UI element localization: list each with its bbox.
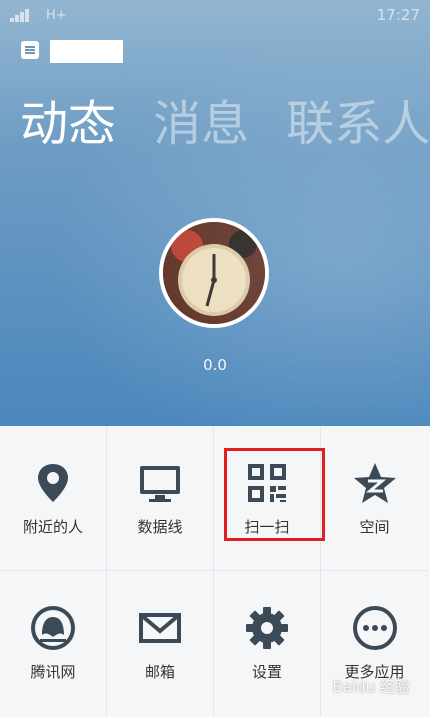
mail-label: 邮箱 <box>144 663 175 681</box>
tencent-news-button[interactable]: 腾讯网 <box>0 571 107 716</box>
scan-highlight-box <box>224 448 325 541</box>
mail-icon <box>139 613 181 643</box>
qzone-button[interactable]: 空间 <box>321 426 428 571</box>
account-name[interactable] <box>50 40 123 63</box>
menu-icon[interactable] <box>21 41 39 59</box>
mail-button[interactable]: 邮箱 <box>107 571 214 716</box>
more-dots-icon <box>352 606 397 650</box>
feature-grid: 附近的人 数据线 扫一扫 空间 腾讯网 邮箱 设置 更多应用 <box>0 426 430 717</box>
status-bar: H+ 17:27 <box>0 0 430 32</box>
tab-bar: 动态 消息 联系人 <box>20 92 430 156</box>
tab-messages[interactable]: 消息 <box>153 92 249 156</box>
nearby-people-button[interactable]: 附近的人 <box>0 426 107 571</box>
nearby-people-label: 附近的人 <box>22 518 83 536</box>
qzone-label: 空间 <box>359 518 390 536</box>
gear-icon <box>246 607 288 649</box>
star-z-icon <box>353 463 396 503</box>
header-panel: H+ 17:27 动态 消息 联系人 0.0 <box>0 0 430 426</box>
alarm-clock-image <box>163 222 265 324</box>
data-cable-button[interactable]: 数据线 <box>107 426 214 571</box>
nickname: 0.0 <box>203 356 227 374</box>
location-pin-icon <box>38 464 68 502</box>
clock: 17:27 <box>376 6 420 24</box>
screen: H+ 17:27 动态 消息 联系人 0.0 附近的人 数据线 扫一扫 空间 腾… <box>0 0 430 717</box>
settings-button[interactable]: 设置 <box>214 571 321 716</box>
avatar[interactable] <box>159 218 269 328</box>
data-cable-label: 数据线 <box>137 518 183 536</box>
monitor-icon <box>140 466 180 502</box>
settings-label: 设置 <box>251 663 282 681</box>
watermark: Baidu 经验 <box>332 678 410 696</box>
tab-contacts[interactable]: 联系人 <box>286 92 430 156</box>
tencent-news-label: 腾讯网 <box>30 663 76 681</box>
signal-icon <box>10 8 36 22</box>
network-type: H+ <box>46 8 67 23</box>
tab-feed[interactable]: 动态 <box>20 92 116 156</box>
tencent-icon <box>31 606 75 650</box>
